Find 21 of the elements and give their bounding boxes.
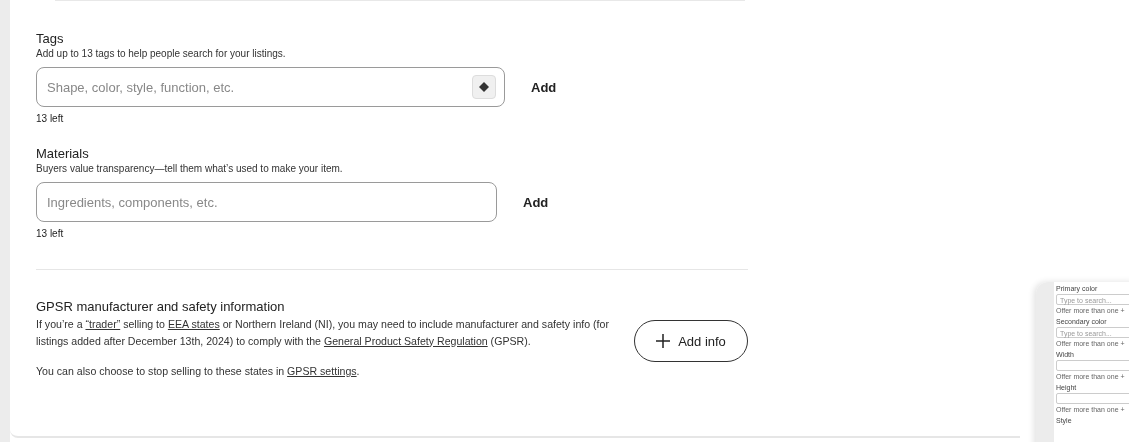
section-title: Materials	[36, 146, 90, 161]
text-link[interactable]: GPSR settings	[287, 365, 357, 377]
text-field[interactable]: Ingredients, components, etc.	[36, 182, 497, 222]
gpsr-note: You can also choose to stop selling to these states in GPSR settings.	[36, 364, 361, 379]
text-field[interactable]	[1056, 393, 1129, 404]
section-title: Tags	[36, 31, 65, 46]
text-link[interactable]: General Product Safety Regulation	[323, 334, 488, 347]
add-button[interactable]: Add	[525, 73, 563, 101]
text-link[interactable]: “trader”	[85, 318, 121, 330]
text-field[interactable]: Shape, color, style, function, etc.	[36, 67, 505, 107]
add-button[interactable]: Add	[517, 188, 555, 216]
text-link[interactable]: EEA states	[167, 318, 220, 330]
section-description: Buyers value transparency—tell them what’s used to make your item.	[36, 163, 344, 174]
add-info-button[interactable]: Add info	[634, 320, 748, 362]
section-title: GPSR manufacturer and safety information	[36, 299, 286, 314]
counter-text: 13 left	[36, 228, 65, 239]
section-description: Add up to 13 tags to help people search for your listings.	[36, 48, 287, 59]
counter-text: 13 left	[36, 113, 65, 124]
text-field[interactable]	[1056, 360, 1129, 371]
gpsr-paragraph: If you’re a “trader” selling to EEA states or Northern Ireland (NI), you may need to include manufacturer and safety info (for listings added after December 13th, 2024) to comply with the General Product Safety Regulation (GPSR).	[36, 317, 610, 349]
plus-icon	[656, 334, 671, 348]
